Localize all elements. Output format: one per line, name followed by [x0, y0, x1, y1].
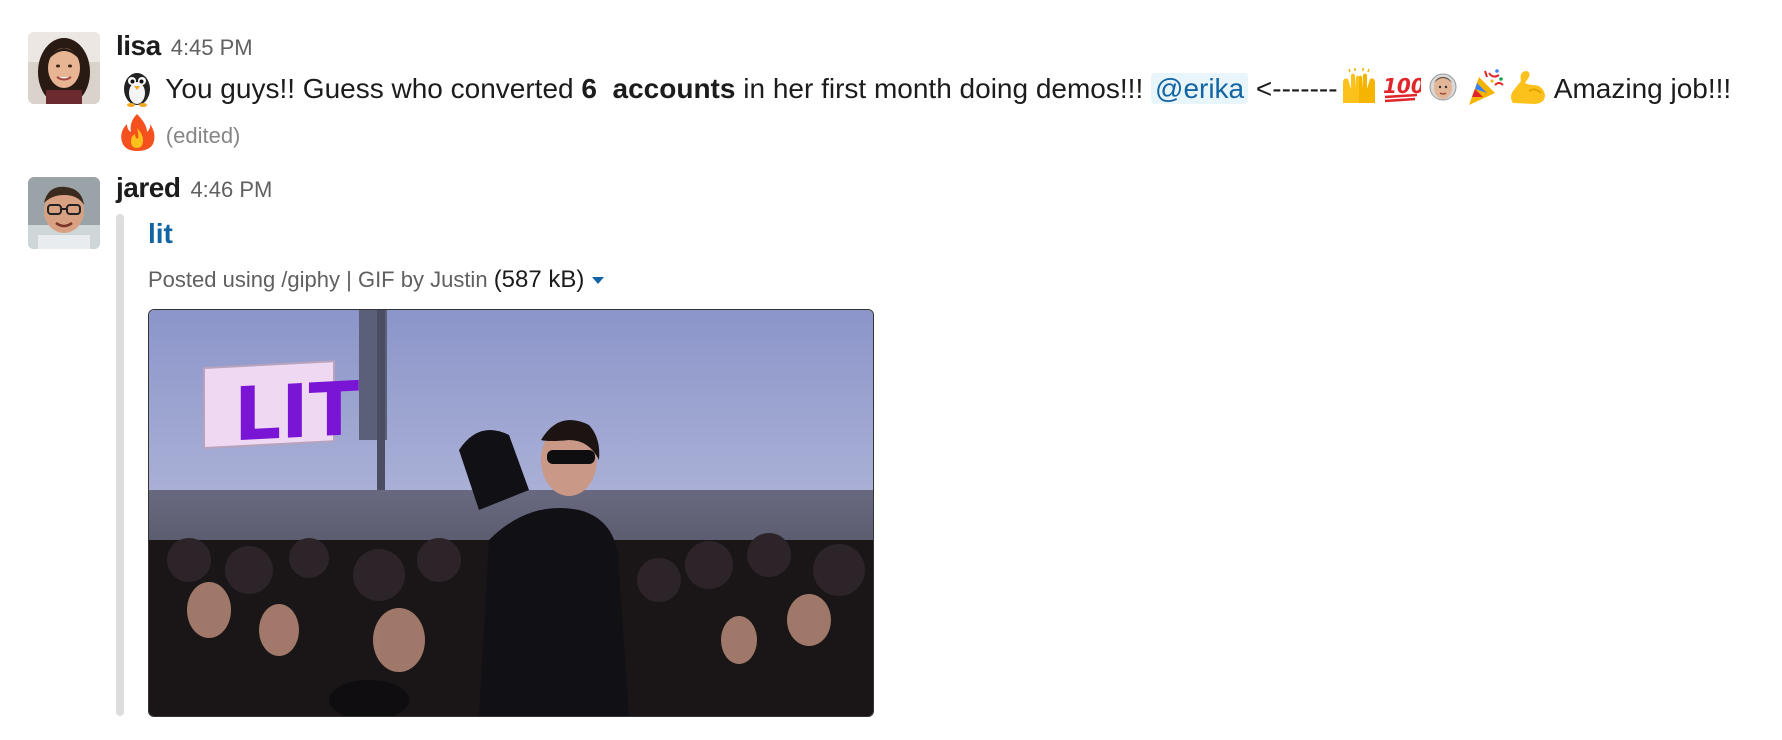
hundred-points-icon: 100 [1381, 67, 1421, 107]
avatar-jared[interactable] [28, 177, 100, 249]
fire-icon [117, 112, 157, 152]
penguin-icon [117, 67, 157, 107]
attachment-title[interactable]: lit [148, 214, 173, 254]
message-lisa: lisa 4:45 PM You guys!! Guess who conver… [0, 30, 1782, 151]
username-jared[interactable]: jared [116, 172, 181, 204]
message-closing: Amazing job!!! [1553, 73, 1732, 104]
raised-hands-icon [1339, 67, 1379, 107]
party-popper-icon [1465, 67, 1505, 107]
gif-image[interactable]: LIT [148, 309, 874, 717]
giphy-attachment: lit Posted using /giphy | GIF by Justin … [116, 214, 876, 717]
timestamp-lisa[interactable]: 4:45 PM [171, 35, 253, 61]
attachment-bar [116, 214, 124, 716]
flexed-biceps-icon [1507, 67, 1547, 107]
message-rest: in her first month doing demos!!! [743, 73, 1144, 104]
chevron-down-icon[interactable] [592, 277, 605, 284]
edited-label: (edited) [165, 123, 241, 148]
attachment-source: Posted using /giphy | GIF by Justin [148, 267, 488, 292]
arrow-text: <------- [1255, 73, 1338, 104]
mention-erika[interactable]: @erika [1151, 73, 1249, 104]
gif-lit-text: LIT [234, 366, 360, 459]
message-text-lisa: You guys!! Guess who converted 6 account… [116, 66, 1754, 158]
timestamp-jared[interactable]: 4:46 PM [190, 177, 272, 203]
attachment-size: (587 kB) [493, 266, 585, 293]
username-lisa[interactable]: lisa [116, 30, 161, 62]
message-intro: You guys!! Guess who converted [165, 73, 574, 104]
accounts-word: accounts [612, 73, 736, 104]
converted-count: 6 [581, 73, 597, 104]
attachment-meta: Posted using /giphy | GIF by Justin (587… [148, 262, 605, 298]
avatar-lisa[interactable] [28, 32, 100, 104]
custom-face-icon [1423, 67, 1463, 107]
